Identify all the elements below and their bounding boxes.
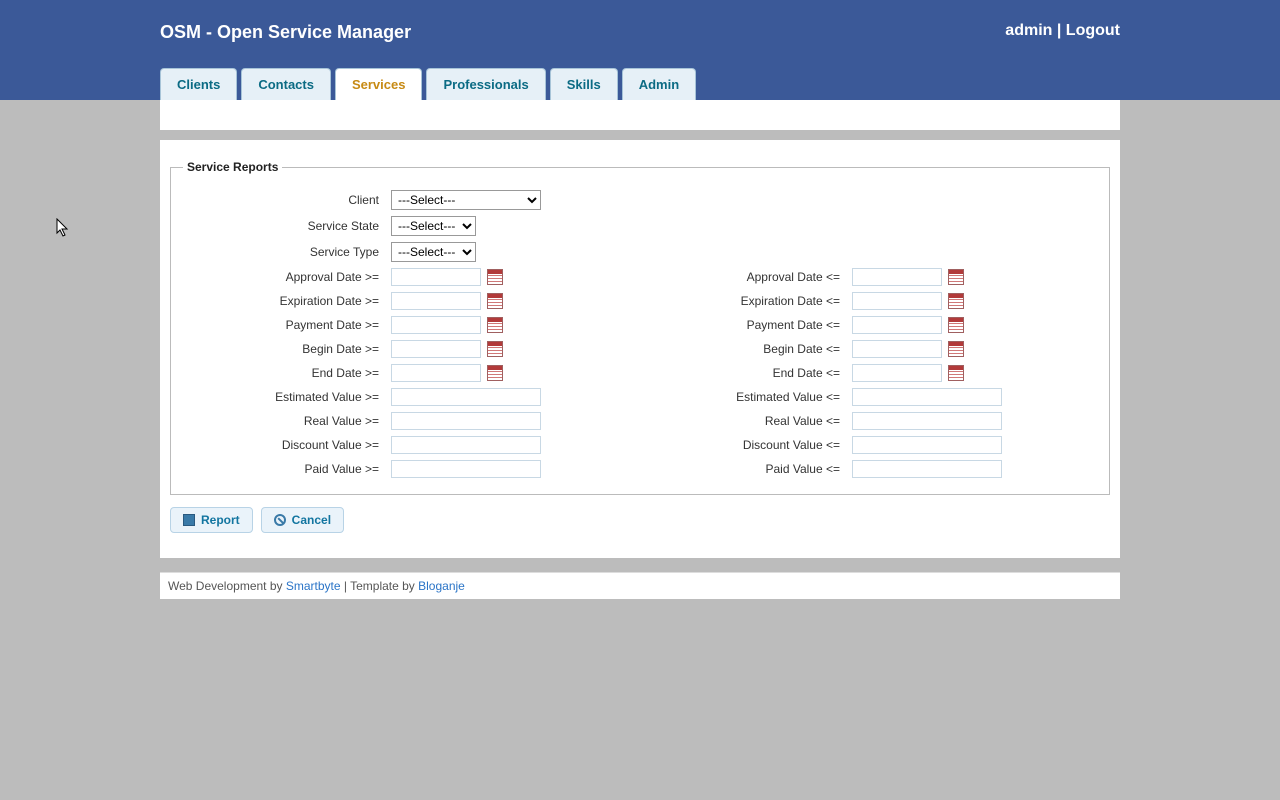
service-type-select[interactable]: ---Select--- bbox=[391, 242, 476, 262]
calendar-icon[interactable] bbox=[487, 317, 503, 333]
label-service-type: Service Type bbox=[183, 245, 383, 259]
calendar-icon[interactable] bbox=[948, 341, 964, 357]
payment-le-input[interactable] bbox=[852, 316, 942, 334]
user-links: admin | Logout bbox=[1005, 22, 1120, 40]
approval-ge-input[interactable] bbox=[391, 268, 481, 286]
service-reports-fieldset: Service Reports Client ---Select--- Serv… bbox=[170, 160, 1110, 495]
end-le-input[interactable] bbox=[852, 364, 942, 382]
cancel-button-label: Cancel bbox=[292, 513, 331, 527]
label-payment-le: Payment Date <= bbox=[644, 318, 844, 332]
calendar-icon[interactable] bbox=[487, 341, 503, 357]
calendar-icon[interactable] bbox=[487, 269, 503, 285]
disk-icon bbox=[183, 514, 195, 526]
label-real-le: Real Value <= bbox=[644, 414, 844, 428]
approval-le-input[interactable] bbox=[852, 268, 942, 286]
label-begin-ge: Begin Date >= bbox=[183, 342, 383, 356]
service-state-select[interactable]: ---Select--- bbox=[391, 216, 476, 236]
label-discount-le: Discount Value <= bbox=[644, 438, 844, 452]
real-ge-input[interactable] bbox=[391, 412, 541, 430]
label-expiration-ge: Expiration Date >= bbox=[183, 294, 383, 308]
footer: Web Development by Smartbyte | Template … bbox=[160, 572, 1120, 599]
calendar-icon[interactable] bbox=[948, 365, 964, 381]
paid-le-input[interactable] bbox=[852, 460, 1002, 478]
label-end-le: End Date <= bbox=[644, 366, 844, 380]
client-select[interactable]: ---Select--- bbox=[391, 190, 541, 210]
footer-mid: | Template by bbox=[341, 579, 419, 593]
label-payment-ge: Payment Date >= bbox=[183, 318, 383, 332]
report-button[interactable]: Report bbox=[170, 507, 253, 533]
end-ge-input[interactable] bbox=[391, 364, 481, 382]
user-link-admin[interactable]: admin bbox=[1005, 22, 1052, 39]
discount-ge-input[interactable] bbox=[391, 436, 541, 454]
expiration-ge-input[interactable] bbox=[391, 292, 481, 310]
sep: | bbox=[1052, 22, 1065, 39]
tab-services[interactable]: Services bbox=[335, 68, 423, 100]
footer-pre: Web Development by bbox=[168, 579, 286, 593]
mouse-cursor-icon bbox=[56, 218, 70, 238]
calendar-icon[interactable] bbox=[948, 293, 964, 309]
begin-le-input[interactable] bbox=[852, 340, 942, 358]
main-panel: Service Reports Client ---Select--- Serv… bbox=[160, 140, 1120, 558]
label-discount-ge: Discount Value >= bbox=[183, 438, 383, 452]
footer-link-smartbyte[interactable]: Smartbyte bbox=[286, 579, 341, 593]
estimated-le-input[interactable] bbox=[852, 388, 1002, 406]
calendar-icon[interactable] bbox=[487, 293, 503, 309]
label-estimated-le: Estimated Value <= bbox=[644, 390, 844, 404]
calendar-icon[interactable] bbox=[948, 317, 964, 333]
tab-skills[interactable]: Skills bbox=[550, 68, 618, 100]
label-approval-le: Approval Date <= bbox=[644, 270, 844, 284]
label-client: Client bbox=[183, 193, 383, 207]
discount-le-input[interactable] bbox=[852, 436, 1002, 454]
tab-bar: Clients Contacts Services Professionals … bbox=[160, 68, 696, 100]
expiration-le-input[interactable] bbox=[852, 292, 942, 310]
tab-professionals[interactable]: Professionals bbox=[426, 68, 545, 100]
begin-ge-input[interactable] bbox=[391, 340, 481, 358]
app-title: OSM - Open Service Manager bbox=[160, 0, 1120, 43]
label-expiration-le: Expiration Date <= bbox=[644, 294, 844, 308]
real-le-input[interactable] bbox=[852, 412, 1002, 430]
label-paid-le: Paid Value <= bbox=[644, 462, 844, 476]
report-button-label: Report bbox=[201, 513, 240, 527]
tab-clients[interactable]: Clients bbox=[160, 68, 237, 100]
calendar-icon[interactable] bbox=[948, 269, 964, 285]
label-begin-le: Begin Date <= bbox=[644, 342, 844, 356]
fieldset-legend: Service Reports bbox=[183, 160, 282, 174]
label-end-ge: End Date >= bbox=[183, 366, 383, 380]
footer-link-bloganje[interactable]: Bloganje bbox=[418, 579, 465, 593]
estimated-ge-input[interactable] bbox=[391, 388, 541, 406]
paid-ge-input[interactable] bbox=[391, 460, 541, 478]
calendar-icon[interactable] bbox=[487, 365, 503, 381]
label-real-ge: Real Value >= bbox=[183, 414, 383, 428]
label-paid-ge: Paid Value >= bbox=[183, 462, 383, 476]
cancel-button[interactable]: Cancel bbox=[261, 507, 344, 533]
cancel-icon bbox=[274, 514, 286, 526]
label-estimated-ge: Estimated Value >= bbox=[183, 390, 383, 404]
header-bar: OSM - Open Service Manager admin | Logou… bbox=[0, 0, 1280, 100]
label-approval-ge: Approval Date >= bbox=[183, 270, 383, 284]
tab-admin[interactable]: Admin bbox=[622, 68, 696, 100]
label-service-state: Service State bbox=[183, 219, 383, 233]
logout-link[interactable]: Logout bbox=[1066, 22, 1120, 39]
tab-contacts[interactable]: Contacts bbox=[241, 68, 331, 100]
payment-ge-input[interactable] bbox=[391, 316, 481, 334]
content-strip bbox=[160, 100, 1120, 130]
